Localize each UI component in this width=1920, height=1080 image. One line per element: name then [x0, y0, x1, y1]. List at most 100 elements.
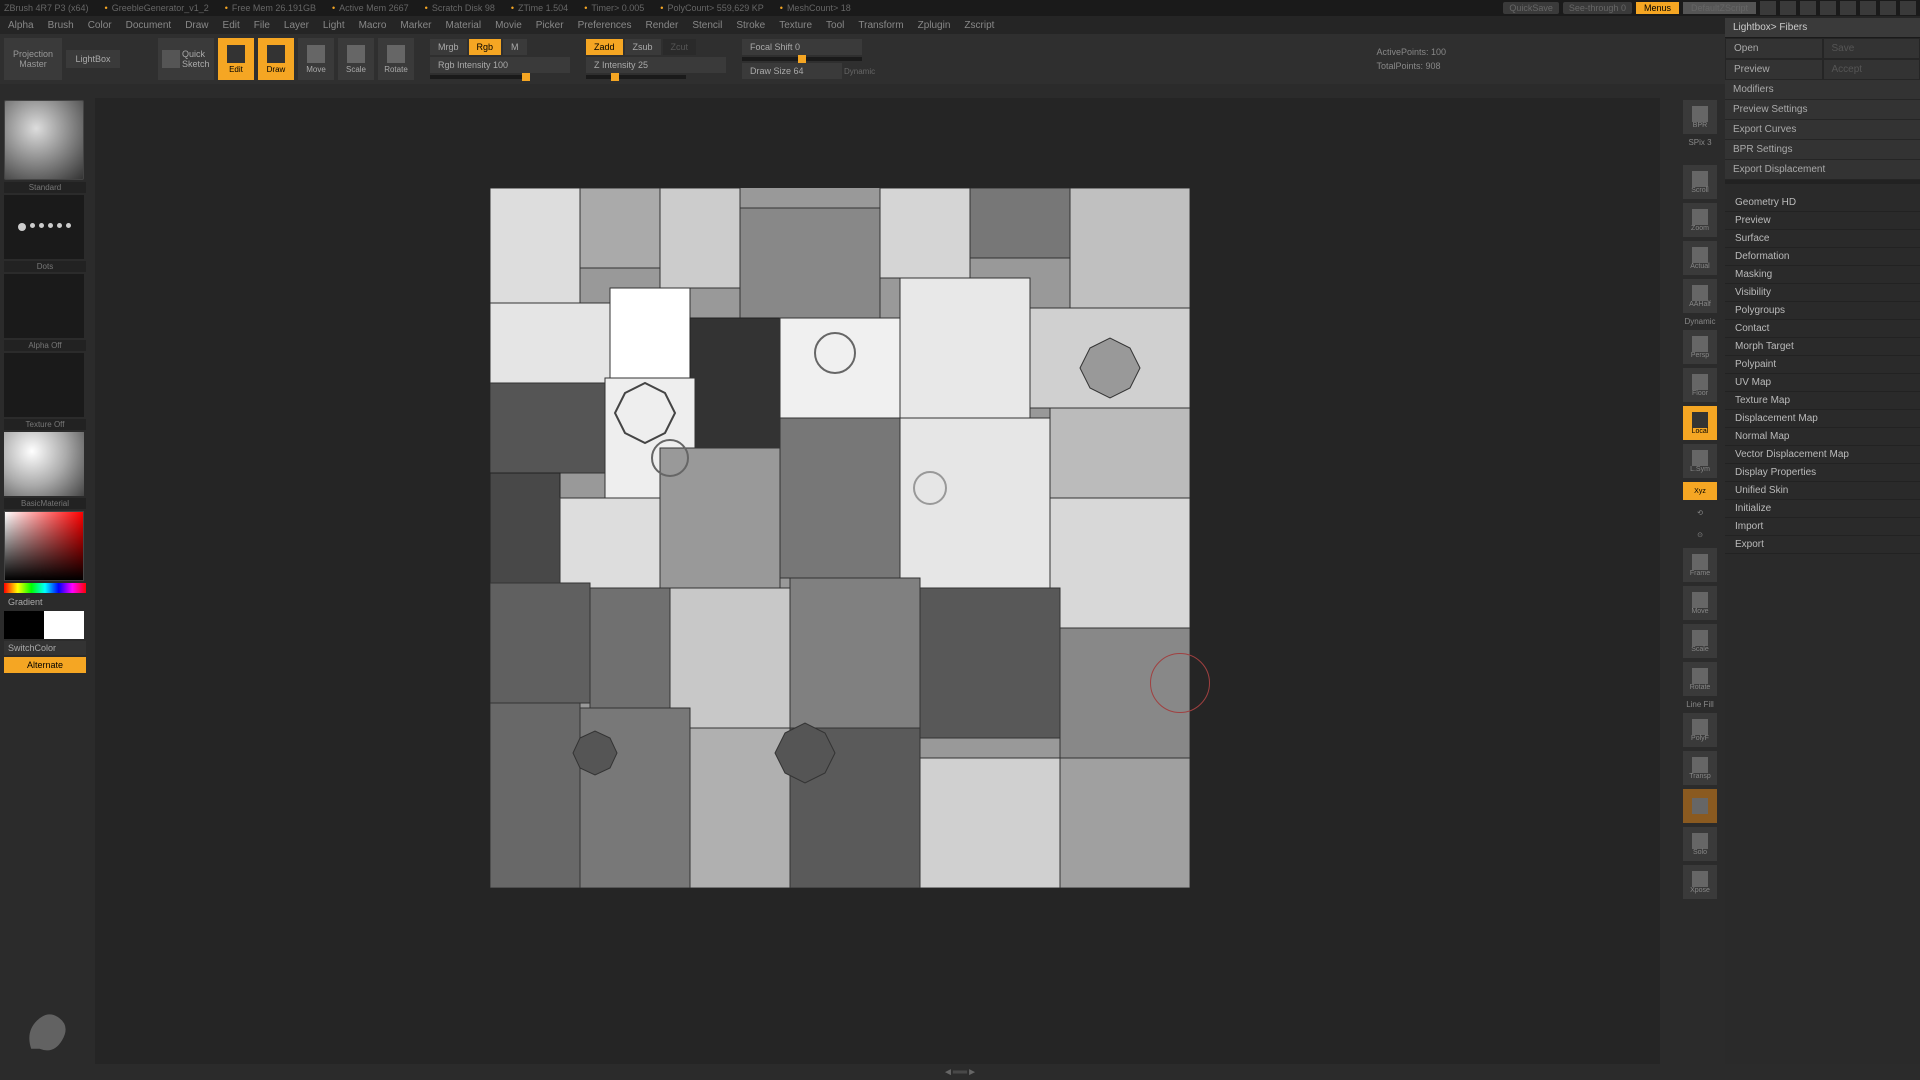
- menu-zplugin[interactable]: Zplugin: [918, 20, 951, 31]
- menu-preferences[interactable]: Preferences: [578, 20, 632, 31]
- rot-button[interactable]: ⟲: [1683, 504, 1717, 522]
- z-intensity-slider[interactable]: Z Intensity 25: [586, 57, 726, 73]
- aahalf-button[interactable]: AAHalf: [1683, 279, 1717, 313]
- scale-mode-button[interactable]: Scale: [338, 38, 374, 80]
- menu-transform[interactable]: Transform: [858, 20, 903, 31]
- brush-selector[interactable]: [4, 100, 84, 180]
- lsym-button[interactable]: L.Sym: [1683, 444, 1717, 478]
- section-polygroups[interactable]: Polygroups: [1725, 302, 1920, 320]
- menu-macro[interactable]: Macro: [359, 20, 387, 31]
- section-initialize[interactable]: Initialize: [1725, 500, 1920, 518]
- menu-color[interactable]: Color: [88, 20, 112, 31]
- section-normal-map[interactable]: Normal Map: [1725, 428, 1920, 446]
- panel-breadcrumb[interactable]: Lightbox> Fibers: [1725, 18, 1920, 38]
- menu-zscript[interactable]: Zscript: [964, 20, 994, 31]
- layout-icon[interactable]: [1780, 1, 1796, 15]
- actual-button[interactable]: Actual: [1683, 241, 1717, 275]
- menu-alpha[interactable]: Alpha: [8, 20, 34, 31]
- material-selector[interactable]: [4, 432, 84, 496]
- m-button[interactable]: M: [503, 39, 527, 55]
- menu-stencil[interactable]: Stencil: [692, 20, 722, 31]
- section-preview[interactable]: Preview: [1725, 212, 1920, 230]
- persp-button[interactable]: Persp: [1683, 330, 1717, 364]
- drag-handle[interactable]: ◄══►: [943, 1067, 977, 1078]
- menu-layer[interactable]: Layer: [284, 20, 309, 31]
- rgb-intensity-slider[interactable]: Rgb Intensity 100: [430, 57, 570, 73]
- close-icon[interactable]: [1900, 1, 1916, 15]
- bpr-button[interactable]: BPR: [1683, 100, 1717, 134]
- default-zscript[interactable]: DefaultZScript: [1683, 2, 1756, 14]
- spix-slider[interactable]: SPix 3: [1688, 138, 1711, 147]
- focal-shift-slider[interactable]: Focal Shift 0: [742, 39, 862, 55]
- section-displacement-map[interactable]: Displacement Map: [1725, 410, 1920, 428]
- transp-button[interactable]: Transp: [1683, 751, 1717, 785]
- menu-movie[interactable]: Movie: [495, 20, 522, 31]
- menu-edit[interactable]: Edit: [223, 20, 240, 31]
- menu-material[interactable]: Material: [446, 20, 482, 31]
- section-masking[interactable]: Masking: [1725, 266, 1920, 284]
- open-button[interactable]: Open: [1725, 38, 1823, 59]
- menu-marker[interactable]: Marker: [400, 20, 431, 31]
- section-deformation[interactable]: Deformation: [1725, 248, 1920, 266]
- seethrough-slider[interactable]: See-through 0: [1563, 2, 1632, 14]
- modifiers-section[interactable]: Modifiers: [1725, 80, 1920, 100]
- section-vector-displacement-map[interactable]: Vector Displacement Map: [1725, 446, 1920, 464]
- viewport[interactable]: [95, 98, 1660, 1064]
- primary-color-swatch[interactable]: [44, 611, 84, 639]
- zcut-button[interactable]: Zcut: [663, 39, 697, 55]
- alternate-button[interactable]: Alternate: [4, 657, 86, 673]
- minimize-icon[interactable]: [1860, 1, 1876, 15]
- menu-render[interactable]: Render: [646, 20, 679, 31]
- switch-color-button[interactable]: SwitchColor: [4, 641, 86, 655]
- zoom-button[interactable]: Zoom: [1683, 203, 1717, 237]
- projection-master-button[interactable]: Projection Master: [4, 38, 62, 80]
- menu-file[interactable]: File: [254, 20, 270, 31]
- solo-button[interactable]: Solo: [1683, 827, 1717, 861]
- rotate-button[interactable]: Rotate: [1683, 662, 1717, 696]
- section-surface[interactable]: Surface: [1725, 230, 1920, 248]
- dynamic-label[interactable]: Dynamic: [844, 67, 875, 76]
- mrgb-button[interactable]: Mrgb: [430, 39, 467, 55]
- menu-light[interactable]: Light: [323, 20, 345, 31]
- preview-button[interactable]: Preview: [1725, 59, 1823, 80]
- section-export[interactable]: Export: [1725, 536, 1920, 554]
- section-morph-target[interactable]: Morph Target: [1725, 338, 1920, 356]
- frame-button[interactable]: Frame: [1683, 548, 1717, 582]
- section-uv-map[interactable]: UV Map: [1725, 374, 1920, 392]
- stroke-selector[interactable]: [4, 195, 84, 259]
- floor-button[interactable]: Floor: [1683, 368, 1717, 402]
- gradient-toggle[interactable]: Gradient: [4, 595, 86, 609]
- color-picker[interactable]: [4, 511, 84, 581]
- center-button[interactable]: ⊙: [1683, 526, 1717, 544]
- section-visibility[interactable]: Visibility: [1725, 284, 1920, 302]
- menu-draw[interactable]: Draw: [185, 20, 208, 31]
- menu-stroke[interactable]: Stroke: [736, 20, 765, 31]
- rgb-button[interactable]: Rgb: [469, 39, 502, 55]
- hue-strip[interactable]: [4, 583, 86, 593]
- restore-icon[interactable]: [1880, 1, 1896, 15]
- zsub-button[interactable]: Zsub: [625, 39, 661, 55]
- float-icon[interactable]: [1840, 1, 1856, 15]
- zadd-button[interactable]: Zadd: [586, 39, 623, 55]
- draw-mode-button[interactable]: Draw: [258, 38, 294, 80]
- bpr-settings-section[interactable]: BPR Settings: [1725, 140, 1920, 160]
- section-texture-map[interactable]: Texture Map: [1725, 392, 1920, 410]
- section-display-properties[interactable]: Display Properties: [1725, 464, 1920, 482]
- section-contact[interactable]: Contact: [1725, 320, 1920, 338]
- layout-icon[interactable]: [1760, 1, 1776, 15]
- preview-settings-section[interactable]: Preview Settings: [1725, 100, 1920, 120]
- move-button[interactable]: Move: [1683, 586, 1717, 620]
- xyz-button[interactable]: Xyz: [1683, 482, 1717, 500]
- lightbox-button[interactable]: LightBox: [66, 50, 120, 68]
- menu-texture[interactable]: Texture: [779, 20, 812, 31]
- rotate-mode-button[interactable]: Rotate: [378, 38, 414, 80]
- ghost-button[interactable]: [1683, 789, 1717, 823]
- quicksketch-button[interactable]: QuickSketch: [158, 38, 214, 80]
- save-button[interactable]: Save: [1823, 38, 1920, 59]
- move-mode-button[interactable]: Move: [298, 38, 334, 80]
- layout-icon[interactable]: [1820, 1, 1836, 15]
- section-geometry-hd[interactable]: Geometry HD: [1725, 194, 1920, 212]
- menu-brush[interactable]: Brush: [48, 20, 74, 31]
- menu-tool[interactable]: Tool: [826, 20, 844, 31]
- quicksave-button[interactable]: QuickSave: [1503, 2, 1559, 14]
